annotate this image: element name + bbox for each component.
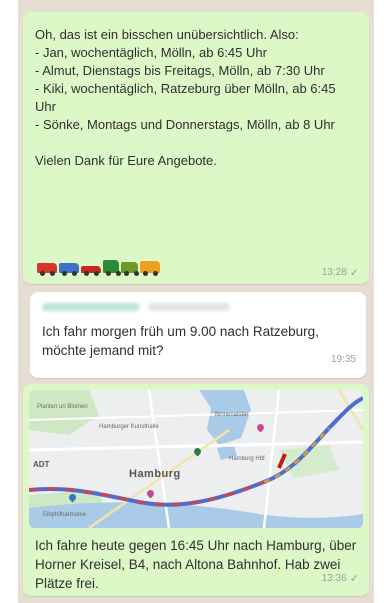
sender-name-redacted (42, 303, 140, 311)
delivery-truck-icon (140, 261, 160, 276)
sender-phone-redacted (148, 303, 230, 311)
map-image (29, 390, 363, 528)
map-label: Hamburger Kunsthalle (99, 424, 159, 430)
map-preview[interactable]: Planten un Blomen Hamburger Kunsthalle B… (29, 390, 363, 528)
message-bubble-outgoing-location[interactable]: Planten un Blomen Hamburger Kunsthalle B… (23, 384, 369, 596)
pickup-icon (59, 263, 79, 276)
message-meta: 13:28 ✓ (322, 266, 359, 279)
car-icon (37, 263, 57, 276)
map-label: Hamburg Hbf (229, 456, 265, 462)
message-meta: 13:36 ✓ (322, 572, 359, 585)
message-time: 13:28 (321, 267, 347, 278)
sports-car-icon (81, 266, 101, 276)
map-label: Binnenalster (215, 412, 249, 418)
map-label: ADT (33, 460, 50, 469)
message-meta: 19:35 (331, 354, 356, 365)
message-text: Ich fahre heute gegen 16:45 Uhr nach Ham… (35, 538, 357, 591)
tractor-icon (121, 262, 138, 276)
message-bubble-outgoing[interactable]: Oh, das ist ein bisschen unübersichtlich… (23, 12, 369, 284)
sender-name-blurred (42, 300, 354, 314)
chat-view: Oh, das ist ein bisschen unübersichtlich… (18, 0, 374, 603)
truck-icon (103, 260, 119, 276)
message-time: 13:36 (321, 573, 347, 584)
map-label: Elbphilharmonie (43, 512, 87, 518)
message-time: 19:35 (330, 354, 356, 365)
message-text: Oh, das ist ein bisschen unübersichtlich… (35, 27, 336, 168)
sent-check-icon: ✓ (349, 573, 359, 585)
message-bubble-incoming[interactable]: Ich fahr morgen früh um 9.00 nach Ratzeb… (30, 292, 366, 378)
sent-check-icon: ✓ (349, 267, 359, 279)
message-text: Ich fahr morgen früh um 9.00 nach Ratzeb… (42, 324, 319, 358)
map-label: Planten un Blomen (37, 404, 88, 410)
map-city-label: Hamburg (129, 468, 181, 480)
vehicle-emoji-row (37, 260, 160, 276)
